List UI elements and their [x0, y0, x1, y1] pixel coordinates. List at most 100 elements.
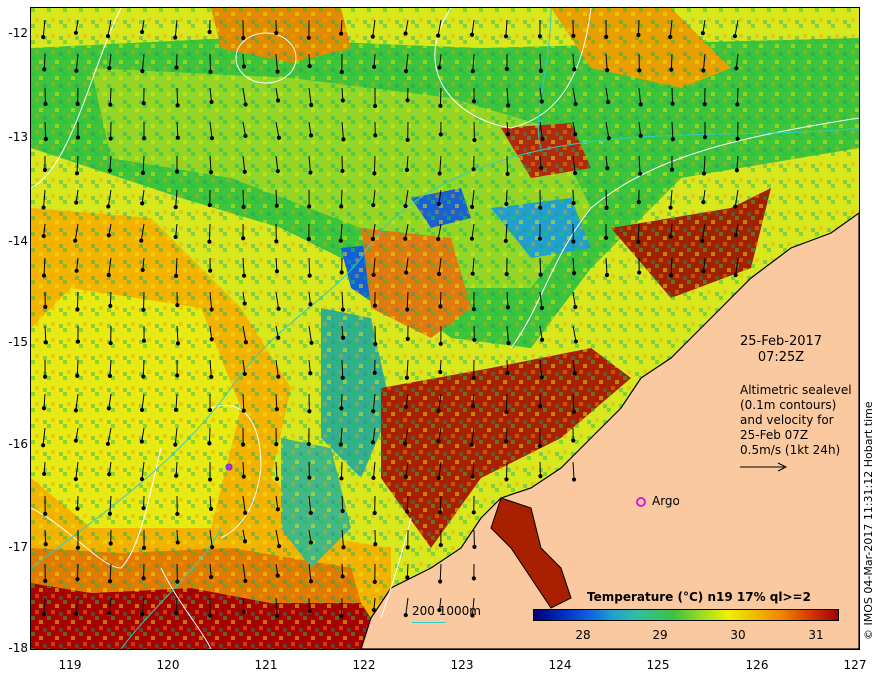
velocity-arrow-head [372, 103, 378, 109]
velocity-arrow-head [506, 103, 511, 108]
velocity-arrow-head [74, 68, 79, 73]
velocity-arrow-head [734, 168, 739, 173]
velocity-arrow-head [701, 68, 706, 73]
velocity-arrow-head [438, 132, 443, 137]
colorbar [533, 609, 839, 621]
velocity-arrow-head [573, 171, 578, 176]
velocity-arrow-head [207, 202, 212, 208]
velocity-arrow-head [735, 136, 740, 141]
velocity-arrow [340, 461, 343, 479]
velocity-arrow-head [307, 475, 312, 480]
velocity-arrow-head [41, 205, 46, 210]
velocity-arrow-head [139, 476, 145, 482]
velocity-arrow-head [340, 375, 345, 380]
velocity-arrow-head [75, 576, 80, 582]
lon-label: 123 [450, 658, 474, 672]
velocity-arrow-head [175, 579, 180, 584]
velocity-arrow-head [106, 406, 111, 411]
velocity-arrow-head [373, 133, 378, 138]
velocity-arrow-head [438, 369, 443, 375]
velocity-arrow-head [209, 374, 214, 379]
velocity-arrow-head [75, 373, 80, 378]
velocity-arrow-head [43, 340, 48, 345]
velocity-arrow-head [41, 443, 46, 448]
velocity-arrow-head [573, 339, 579, 344]
velocity-arrow-head [503, 238, 508, 243]
altimetry-line: 25-Feb 07Z [740, 428, 809, 442]
velocity-arrow-head [307, 609, 312, 614]
date-annotation: 25-Feb-2017 07:25Z [740, 334, 822, 366]
velocity-arrow-head [405, 307, 410, 312]
velocity-arrow-head [108, 136, 113, 141]
velocity-arrow-head [208, 506, 214, 511]
velocity-arrow [275, 189, 278, 206]
velocity-arrow-head [174, 273, 179, 278]
colorbar-tick: 29 [652, 628, 668, 642]
velocity-arrow-head [209, 136, 215, 141]
velocity-arrow-head [436, 438, 441, 444]
velocity-arrow-head [371, 64, 377, 70]
velocity-arrow-head [140, 170, 146, 175]
velocity-arrow-head [404, 375, 410, 380]
velocity-arrow-head [436, 408, 441, 413]
velocity-arrow-head [470, 404, 475, 409]
velocity-arrow-head [670, 101, 675, 106]
velocity-arrow-head [241, 273, 247, 278]
velocity-arrow-head [471, 510, 476, 515]
colorbar-tick: 31 [808, 628, 824, 642]
velocity-arrow-head [340, 508, 345, 513]
velocity-arrow-head [308, 371, 313, 376]
velocity-arrow [671, 87, 674, 104]
velocity-arrow-head [174, 610, 179, 615]
velocity-arrow-head [74, 171, 80, 176]
altimetry-line: and velocity for [740, 413, 834, 427]
sst-map[interactable] [31, 8, 859, 649]
velocity-arrow-head [405, 137, 410, 143]
lat-label: -12 [8, 26, 28, 40]
velocity-arrow [208, 427, 211, 444]
velocity-arrow-head [403, 31, 408, 36]
velocity-arrow-head [471, 307, 477, 312]
velocity-arrow-head [74, 611, 79, 616]
velocity-arrow [341, 495, 344, 511]
velocity-arrow-head [404, 404, 409, 409]
velocity-arrow-head [175, 341, 181, 346]
velocity-arrow-head [173, 205, 178, 210]
velocity-arrow-head [173, 35, 178, 40]
bathymetry-legend-line [412, 622, 446, 623]
map-frame[interactable] [30, 7, 860, 650]
lat-label: -16 [8, 437, 28, 451]
velocity-arrow-head [41, 406, 47, 411]
velocity-arrow-head [571, 33, 576, 38]
velocity-arrow-head [107, 65, 112, 71]
velocity-arrow-head [73, 408, 78, 413]
velocity-arrow-head [539, 305, 545, 311]
velocity-arrow-head [571, 239, 576, 244]
velocity-arrow-head [306, 237, 311, 242]
velocity-arrow-head [175, 135, 180, 140]
lat-label: -14 [8, 234, 28, 248]
velocity-arrow-head [538, 404, 543, 409]
velocity-arrow-head [571, 271, 577, 276]
lat-label: -18 [8, 641, 28, 655]
velocity-arrow-head [505, 305, 511, 310]
velocity-arrow-head [538, 474, 543, 479]
velocity-arrow-head [371, 475, 376, 480]
velocity-arrow [670, 53, 673, 70]
velocity-arrow-head [105, 441, 111, 446]
velocity-arrow-head [75, 101, 80, 107]
velocity-arrow-head [140, 267, 145, 273]
velocity-arrow-head [638, 133, 643, 138]
velocity-arrow-head [539, 99, 544, 104]
velocity-arrow-head [668, 234, 673, 239]
velocity-scale-arrow-icon [740, 462, 788, 472]
velocity-arrow-head [173, 234, 178, 240]
velocity-arrow-head [174, 473, 179, 478]
argo-float-marker-2 [225, 463, 233, 471]
velocity-arrow-head [371, 272, 376, 277]
velocity-arrow-head [139, 439, 144, 444]
credit-text: © IMOS 04-Mar-2017 11:31:12 Hobart time [862, 401, 875, 640]
velocity-arrow [76, 563, 79, 580]
velocity-arrow-head [141, 506, 146, 511]
velocity-arrow-head [175, 373, 180, 378]
